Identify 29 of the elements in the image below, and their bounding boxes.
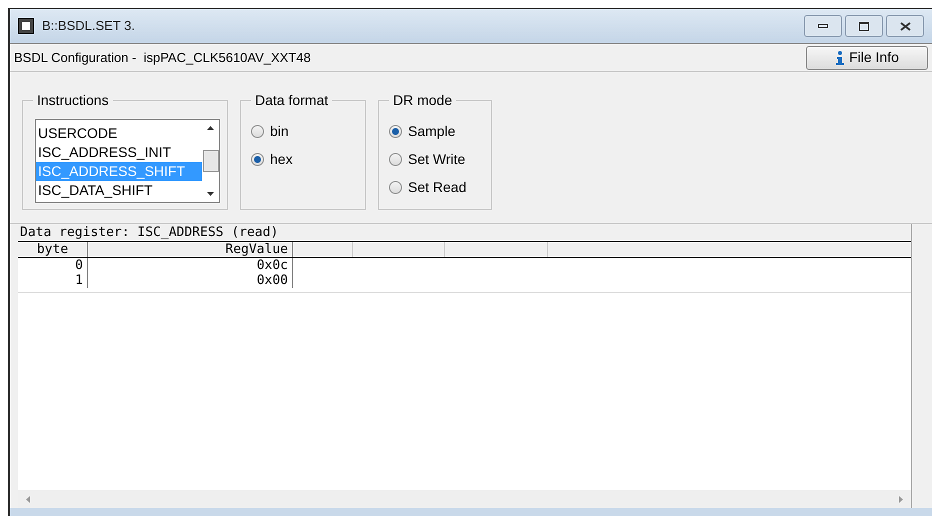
minimize-button[interactable] bbox=[804, 15, 842, 37]
window-icon bbox=[18, 18, 34, 34]
column-header: byte bbox=[18, 242, 88, 257]
scroll-thumb[interactable] bbox=[202, 150, 218, 172]
configuration-label: BSDL Configuration - ispPAC_CLK5610AV_XXT48 bbox=[14, 48, 311, 67]
maximize-button[interactable] bbox=[845, 15, 883, 37]
column-header: RegValue bbox=[88, 242, 293, 257]
table-cell: 1 bbox=[18, 273, 88, 288]
scroll-up-icon[interactable] bbox=[207, 126, 214, 130]
radio-option[interactable]: Sample bbox=[389, 117, 491, 145]
minimize-icon bbox=[818, 24, 828, 28]
window-title: B::BSDL.SET 3. bbox=[42, 17, 135, 36]
maximize-icon bbox=[859, 22, 869, 30]
radio-option[interactable]: Set Read bbox=[389, 173, 491, 201]
list-item[interactable]: ISC_DATA_SHIFT bbox=[36, 181, 202, 200]
close-icon bbox=[900, 22, 910, 30]
register-title: Data register: ISC_ADDRESS (read) bbox=[18, 224, 911, 242]
radio-option[interactable]: Set Write bbox=[389, 145, 491, 173]
close-button[interactable] bbox=[886, 15, 924, 37]
table-cell: 0 bbox=[18, 258, 88, 273]
info-icon bbox=[835, 50, 846, 64]
table-cell: 0x0c bbox=[88, 258, 293, 273]
list-item[interactable]: USERCODE bbox=[36, 124, 202, 143]
file-info-button[interactable]: File Info bbox=[806, 46, 928, 70]
radio-option[interactable]: hex bbox=[251, 145, 365, 173]
radio-option[interactable]: bin bbox=[251, 117, 365, 145]
list-item[interactable]: ISC_ADDRESS_INIT bbox=[36, 143, 202, 162]
scroll-down-icon[interactable] bbox=[207, 192, 214, 196]
table-cell: 0x00 bbox=[88, 273, 293, 288]
